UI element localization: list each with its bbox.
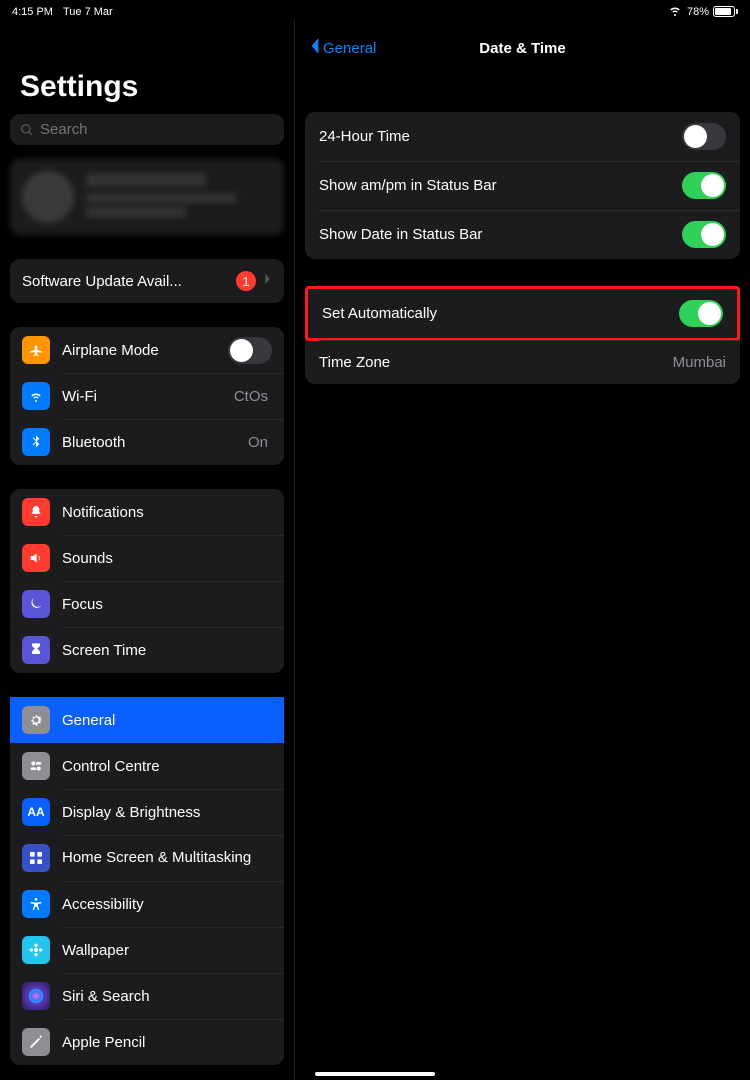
home-indicator[interactable] xyxy=(315,1072,435,1076)
airplane-icon xyxy=(22,336,50,364)
pencil-icon xyxy=(22,1028,50,1056)
settings-sidebar: Settings Software Update Avail... 1 xyxy=(0,20,295,1080)
detail-header: General Date & Time xyxy=(305,24,740,72)
toggle-show-date[interactable] xyxy=(682,221,726,248)
sidebar-item-general[interactable]: General xyxy=(10,697,284,743)
sidebar-item-homescreen[interactable]: Home Screen & Multitasking xyxy=(10,835,284,881)
wifi-settings-icon xyxy=(22,382,50,410)
flower-icon xyxy=(22,936,50,964)
battery-icon xyxy=(713,6,738,17)
time-zone-value: Mumbai xyxy=(673,354,726,371)
sidebar-item-accessibility[interactable]: Accessibility xyxy=(10,881,284,927)
battery-percent: 78% xyxy=(687,6,709,18)
connectivity-group: Airplane Mode Wi-Fi CtOs Bluetooth On xyxy=(10,327,284,465)
software-update-card: Software Update Avail... 1 xyxy=(10,259,284,303)
search-field[interactable] xyxy=(40,121,274,138)
back-button[interactable]: General xyxy=(309,37,376,59)
sidebar-item-siri[interactable]: Siri & Search xyxy=(10,973,284,1019)
sidebar-item-bluetooth[interactable]: Bluetooth On xyxy=(10,419,284,465)
apple-id-card[interactable] xyxy=(10,159,284,235)
detail-pane: General Date & Time 24-Hour Time Show am… xyxy=(295,20,750,1080)
avatar xyxy=(22,171,74,223)
sidebar-item-control-centre[interactable]: Control Centre xyxy=(10,743,284,789)
sidebar-item-screentime[interactable]: Screen Time xyxy=(10,627,284,673)
software-update-row[interactable]: Software Update Avail... 1 xyxy=(10,259,284,303)
alerts-group: Notifications Sounds Focus Screen Time xyxy=(10,489,284,673)
sidebar-item-wifi[interactable]: Wi-Fi CtOs xyxy=(10,373,284,419)
row-show-date[interactable]: Show Date in Status Bar xyxy=(305,210,740,259)
toggle-set-automatically[interactable] xyxy=(679,300,723,327)
search-icon xyxy=(20,123,34,137)
sidebar-item-pencil[interactable]: Apple Pencil xyxy=(10,1019,284,1065)
sidebar-item-sounds[interactable]: Sounds xyxy=(10,535,284,581)
sidebar-item-display[interactable]: AA Display & Brightness xyxy=(10,789,284,835)
accessibility-icon xyxy=(22,890,50,918)
time-display-group: 24-Hour Time Show am/pm in Status Bar Sh… xyxy=(305,112,740,259)
bluetooth-icon xyxy=(22,428,50,456)
row-time-zone[interactable]: Time Zone Mumbai xyxy=(305,340,740,384)
grid-icon xyxy=(22,844,50,872)
bell-icon xyxy=(22,498,50,526)
status-bar: 4:15 PM Tue 7 Mar 78% xyxy=(0,0,750,20)
detail-title: Date & Time xyxy=(479,40,565,57)
sidebar-item-airplane[interactable]: Airplane Mode xyxy=(10,327,284,373)
gear-icon xyxy=(22,706,50,734)
system-group: General Control Centre AA Display & Brig… xyxy=(10,697,284,1065)
chevron-right-icon xyxy=(264,272,272,290)
toggle-ampm[interactable] xyxy=(682,172,726,199)
chevron-left-icon xyxy=(309,37,321,59)
status-time: 4:15 PM xyxy=(12,6,53,18)
profile-text xyxy=(86,173,236,221)
row-ampm[interactable]: Show am/pm in Status Bar xyxy=(305,161,740,210)
search-input[interactable] xyxy=(10,114,284,145)
moon-icon xyxy=(22,590,50,618)
wifi-value: CtOs xyxy=(234,388,268,405)
toggle-24hour[interactable] xyxy=(682,123,726,150)
text-size-icon: AA xyxy=(22,798,50,826)
wifi-icon xyxy=(667,2,683,21)
sidebar-item-notifications[interactable]: Notifications xyxy=(10,489,284,535)
hourglass-icon xyxy=(22,636,50,664)
switches-icon xyxy=(22,752,50,780)
row-24hour[interactable]: 24-Hour Time xyxy=(305,112,740,161)
siri-icon xyxy=(22,982,50,1010)
sidebar-item-wallpaper[interactable]: Wallpaper xyxy=(10,927,284,973)
sidebar-item-focus[interactable]: Focus xyxy=(10,581,284,627)
bluetooth-value: On xyxy=(248,434,268,451)
status-date: Tue 7 Mar xyxy=(63,6,113,18)
timezone-group: Set Automatically Time Zone Mumbai xyxy=(305,286,740,384)
page-title: Settings xyxy=(10,70,284,104)
row-set-automatically[interactable]: Set Automatically xyxy=(305,286,740,341)
speaker-icon xyxy=(22,544,50,572)
airplane-toggle[interactable] xyxy=(228,337,272,364)
update-badge: 1 xyxy=(236,271,256,291)
